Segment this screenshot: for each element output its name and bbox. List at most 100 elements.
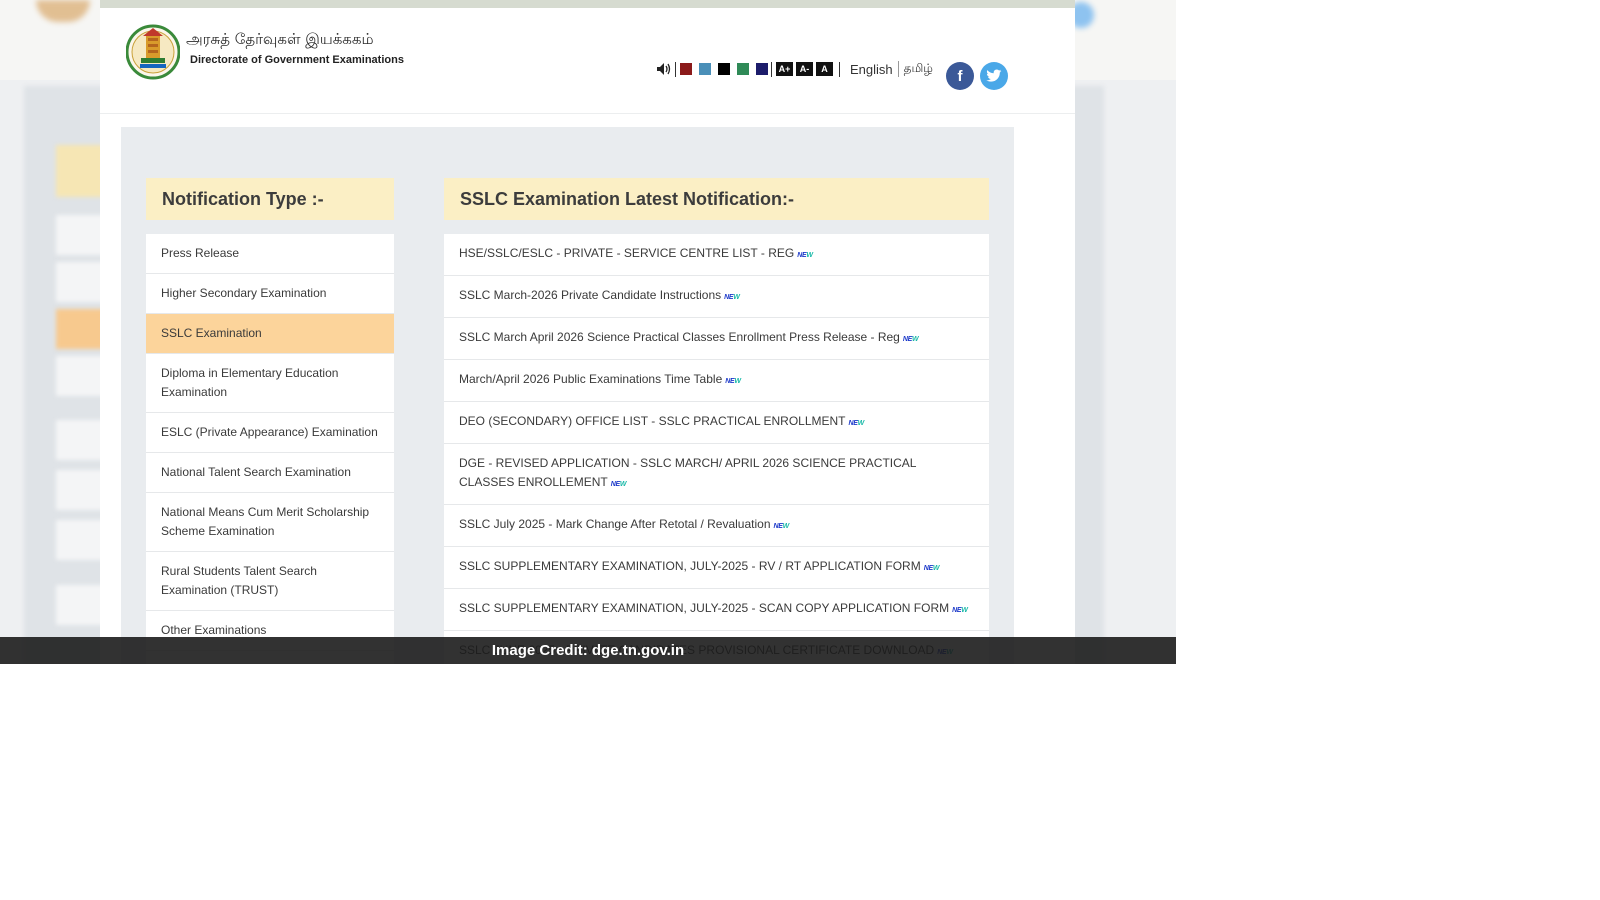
screenshot-frame: அரசுத் தேர்வுகள் இயக்ககம் Directorate of… xyxy=(0,0,1176,664)
new-badge-icon: NEW xyxy=(724,288,740,307)
new-badge-text: W xyxy=(806,252,813,259)
sidebar-item[interactable]: National Means Cum Merit Scholarship Sch… xyxy=(146,493,394,552)
notification-link[interactable]: DGE - REVISED APPLICATION - SSLC MARCH/ … xyxy=(459,456,916,489)
notification-link[interactable]: DEO (SECONDARY) OFFICE LIST - SSLC PRACT… xyxy=(459,414,846,428)
background-list-item xyxy=(56,262,106,302)
theme-swatch-red[interactable] xyxy=(680,63,692,75)
background-list-item xyxy=(56,520,106,560)
sidebar-item-label: Higher Secondary Examination xyxy=(161,286,327,300)
sidebar-item[interactable]: SSLC Examination xyxy=(146,314,394,354)
font-decrease-button[interactable]: A- xyxy=(796,62,813,76)
notification-item[interactable]: SSLC March-2026 Private Candidate Instru… xyxy=(444,276,989,318)
background-list-item xyxy=(56,215,106,255)
notification-link[interactable]: SSLC SUPPLEMENTARY EXAMINATION, JULY-202… xyxy=(459,559,921,573)
language-english-link[interactable]: English xyxy=(850,62,893,77)
notification-item[interactable]: DGE - REVISED APPLICATION - SSLC MARCH/ … xyxy=(444,444,989,505)
new-badge-icon: NEW xyxy=(848,414,865,433)
twitter-icon xyxy=(986,69,1002,82)
new-badge-text: W xyxy=(619,481,627,488)
new-badge-text: W xyxy=(782,523,790,530)
toolbar-divider xyxy=(675,61,676,77)
new-badge-text: W xyxy=(932,565,940,572)
sidebar-item[interactable]: Higher Secondary Examination xyxy=(146,274,394,314)
notification-type-list: Press Release Higher Secondary Examinatio… xyxy=(146,234,394,664)
site-header: அரசுத் தேர்வுகள் இயக்ககம் Directorate of… xyxy=(100,8,1075,114)
new-badge-icon: NEW xyxy=(610,475,627,494)
background-list-item xyxy=(56,470,106,510)
new-badge-text: W xyxy=(734,378,741,385)
notification-type-heading: Notification Type :- xyxy=(146,178,394,220)
new-badge-text: NE xyxy=(610,481,620,488)
new-badge-icon: NEW xyxy=(923,559,940,578)
font-default-button[interactable]: A xyxy=(816,62,833,76)
notification-link[interactable]: SSLC March April 2026 Science Practical … xyxy=(459,330,900,344)
notification-item[interactable]: SSLC SUPPLEMENTARY EXAMINATION, JULY-202… xyxy=(444,589,989,631)
dge-web-page: அரசுத் தேர்வுகள் இயக்ககம் Directorate of… xyxy=(100,0,1075,664)
font-increase-button[interactable]: A+ xyxy=(776,62,793,76)
sidebar-item[interactable]: Press Release xyxy=(146,234,394,274)
site-title-tamil: அரசுத் தேர்வுகள் இயக்ககம் xyxy=(186,30,374,48)
new-badge-text: NE xyxy=(848,420,858,427)
notification-item[interactable]: SSLC SUPPLEMENTARY EXAMINATION, JULY-202… xyxy=(444,547,989,589)
new-badge-text: W xyxy=(961,607,968,614)
notification-link[interactable]: HSE/SSLC/ESLC - PRIVATE - SERVICE CENTRE… xyxy=(459,246,794,260)
background-list-item xyxy=(56,309,106,349)
theme-swatch-black[interactable] xyxy=(718,63,730,75)
new-badge-text: W xyxy=(857,420,865,427)
new-badge-icon: NEW xyxy=(773,517,790,536)
facebook-button[interactable]: f xyxy=(946,62,974,90)
new-badge-text: NE xyxy=(923,565,933,572)
new-badge-text: NE xyxy=(902,336,912,343)
notification-item[interactable]: SSLC March April 2026 Science Practical … xyxy=(444,318,989,360)
notification-section: Notification Type :- SSLC Examination La… xyxy=(121,127,1014,664)
accessibility-toolbar: A+ A- A English தமிழ் xyxy=(656,60,933,78)
notification-link[interactable]: March/April 2026 Public Examinations Tim… xyxy=(459,372,722,386)
theme-swatch-green[interactable] xyxy=(737,63,749,75)
toolbar-divider xyxy=(839,61,840,77)
sidebar-item-label: Rural Students Talent Search Examination… xyxy=(161,564,317,597)
notification-link[interactable]: SSLC SUPPLEMENTARY EXAMINATION, JULY-202… xyxy=(459,601,949,615)
notification-item[interactable]: SSLC July 2025 - Mark Change After Retot… xyxy=(444,505,989,547)
latest-notification-heading: SSLC Examination Latest Notification:- xyxy=(444,178,989,220)
new-badge-text: NE xyxy=(952,607,962,614)
sidebar-item[interactable]: Rural Students Talent Search Examination… xyxy=(146,552,394,611)
notification-link[interactable]: SSLC July 2025 - Mark Change After Retot… xyxy=(459,517,771,531)
latest-notification-list: HSE/SSLC/ESLC - PRIVATE - SERVICE CENTRE… xyxy=(444,234,989,664)
sidebar-item-label: Press Release xyxy=(161,246,240,260)
sidebar-item-label: National Means Cum Merit Scholarship Sch… xyxy=(161,505,370,538)
top-bar xyxy=(100,0,1075,8)
theme-swatch-blue[interactable] xyxy=(699,63,711,75)
notification-link[interactable]: SSLC March-2026 Private Candidate Instru… xyxy=(459,288,721,302)
notification-item[interactable]: DEO (SECONDARY) OFFICE LIST - SSLC PRACT… xyxy=(444,402,989,444)
new-badge-icon: NEW xyxy=(797,246,813,265)
facebook-icon: f xyxy=(957,67,963,85)
new-badge-text: NE xyxy=(797,252,807,259)
sidebar-item-label: SSLC Examination xyxy=(161,326,262,340)
tamil-nadu-emblem-icon[interactable] xyxy=(126,22,180,80)
background-list-item xyxy=(56,420,106,460)
sidebar-item-label: ESLC (Private Appearance) Examination xyxy=(161,425,378,439)
notification-item[interactable]: March/April 2026 Public Examinations Tim… xyxy=(444,360,989,402)
sidebar-item-label: Other Examinations xyxy=(161,623,267,637)
background-heading xyxy=(56,145,106,197)
notification-item[interactable]: HSE/SSLC/ESLC - PRIVATE - SERVICE CENTRE… xyxy=(444,234,989,276)
new-badge-text: W xyxy=(733,294,740,301)
sidebar-item[interactable]: Diploma in Elementary Education Examinat… xyxy=(146,354,394,413)
speaker-icon[interactable] xyxy=(656,62,672,76)
image-credit-caption: Image Credit: dge.tn.gov.in xyxy=(0,637,1176,664)
sidebar-item[interactable]: ESLC (Private Appearance) Examination xyxy=(146,413,394,453)
toolbar-divider xyxy=(771,61,772,77)
twitter-button[interactable] xyxy=(980,62,1008,90)
sidebar-item[interactable]: National Talent Search Examination xyxy=(146,453,394,493)
language-tamil-link[interactable]: தமிழ் xyxy=(897,61,933,77)
new-badge-text: NE xyxy=(724,294,734,301)
new-badge-icon: NEW xyxy=(725,372,741,391)
new-badge-text: NE xyxy=(773,523,783,530)
background-list-item xyxy=(56,585,106,625)
site-title-english: Directorate of Government Examinations xyxy=(190,54,404,66)
theme-swatch-navy[interactable] xyxy=(756,63,768,75)
sidebar-item-label: Diploma in Elementary Education Examinat… xyxy=(161,366,339,399)
new-badge-text: NE xyxy=(725,378,735,385)
sidebar-item-label: National Talent Search Examination xyxy=(161,465,351,479)
new-badge-icon: NEW xyxy=(952,601,968,620)
